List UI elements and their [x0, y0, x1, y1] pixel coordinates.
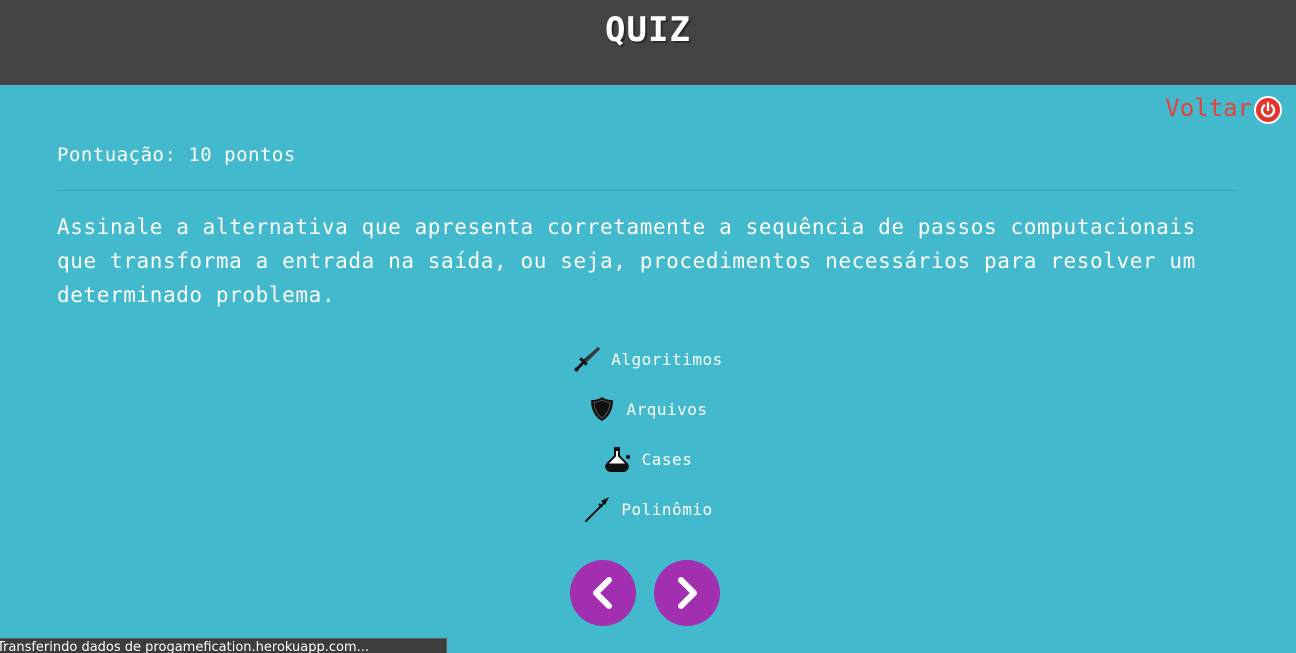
page-title: QUIZ: [605, 10, 691, 50]
option-label: Arquivos: [626, 399, 708, 419]
option-label: Polinômio: [621, 499, 713, 519]
sword-icon: [573, 345, 601, 373]
shield-icon: [588, 395, 616, 423]
chevron-left-icon: [588, 576, 618, 610]
option-label: Cases: [641, 449, 693, 469]
score-text: Pontuação: 10 pontos: [57, 144, 296, 166]
header-bar: QUIZ: [0, 0, 1296, 85]
option-algoritimos[interactable]: Algoritimos: [0, 345, 1296, 395]
previous-button[interactable]: [570, 560, 636, 626]
divider: [57, 190, 1236, 191]
option-cases[interactable]: Cases: [0, 445, 1296, 495]
power-icon: [1254, 96, 1282, 124]
back-button[interactable]: Voltar: [1165, 94, 1282, 124]
potion-icon: [604, 445, 632, 473]
next-button[interactable]: [654, 560, 720, 626]
option-label: Algoritimos: [611, 349, 723, 369]
question-text: Assinale a alternativa que apresenta cor…: [57, 215, 1196, 307]
option-arquivos[interactable]: Arquivos: [0, 395, 1296, 445]
options-list: Algoritimos Arquivos Cases Polinômio: [0, 345, 1296, 545]
spear-icon: [583, 495, 611, 523]
status-text: Transferindo dados de progamefication.he…: [0, 640, 370, 653]
browser-status-bar: Transferindo dados de progamefication.he…: [0, 638, 447, 653]
chevron-right-icon: [672, 576, 702, 610]
back-label: Voltar: [1165, 94, 1252, 122]
option-polinomio[interactable]: Polinômio: [0, 495, 1296, 545]
